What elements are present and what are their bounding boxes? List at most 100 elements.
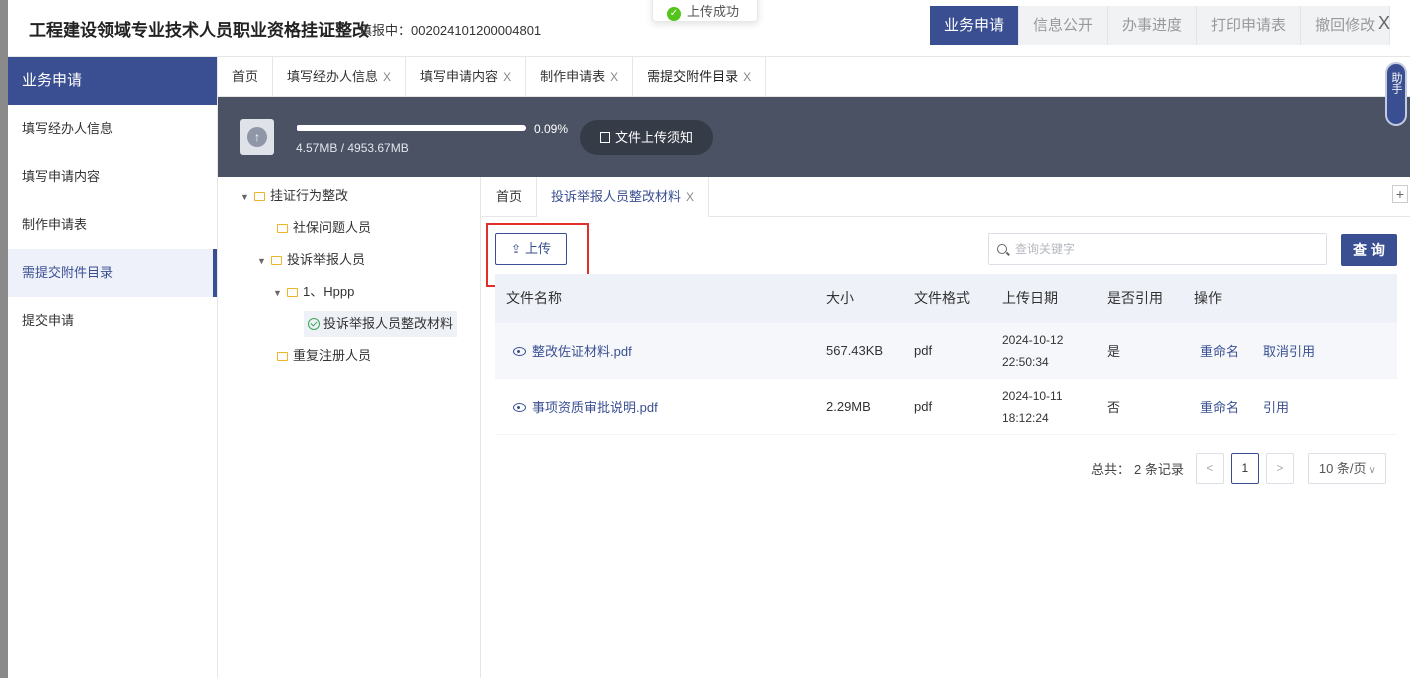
- cited-status: 是: [1107, 344, 1121, 359]
- prev-page-button[interactable]: <: [1195, 452, 1224, 484]
- sidebar-item-make-form[interactable]: 制作申请表: [8, 201, 217, 249]
- tree-node-label: 1、Hppp: [303, 284, 355, 299]
- tab-handler-info[interactable]: 填写经办人信息 X: [273, 57, 407, 97]
- col-file-name: 文件名称: [506, 290, 562, 306]
- upload-date: 2024-10-12 22:50:34: [1002, 329, 1107, 373]
- upload-notice-button[interactable]: 文件上传须知: [580, 120, 713, 155]
- check-circle-icon: [308, 318, 320, 330]
- next-page-button[interactable]: >: [1265, 452, 1294, 484]
- file-name-link[interactable]: 整改佐证材料.pdf: [495, 341, 826, 360]
- cited-status: 否: [1107, 400, 1121, 415]
- sidebar-item-submit[interactable]: 提交申请: [8, 297, 217, 345]
- page-1-button[interactable]: 1: [1230, 452, 1259, 484]
- report-label: 填报中：: [359, 23, 412, 38]
- tree-node[interactable]: ▼ 1、Hppp: [273, 279, 354, 305]
- tree-node-label: 投诉举报人员整改材料: [323, 316, 454, 331]
- cloud-upload-icon: ↑: [240, 119, 274, 155]
- tree-node[interactable]: ▼ 投诉举报人员: [257, 247, 365, 273]
- col-upload-date: 上传日期: [1002, 290, 1058, 306]
- caret-down-icon[interactable]: ▼: [240, 184, 252, 210]
- tab-close-icon[interactable]: X: [383, 70, 391, 84]
- nav-progress[interactable]: 办事进度: [1108, 6, 1198, 45]
- add-tab-button[interactable]: +: [1392, 185, 1408, 203]
- tree-node-label: 挂证行为整改: [270, 188, 349, 203]
- tab-make-form[interactable]: 制作申请表 X: [526, 57, 634, 97]
- nav-info-public[interactable]: 信息公开: [1019, 6, 1109, 45]
- eye-icon[interactable]: [513, 347, 526, 356]
- tree-node[interactable]: ▼ 挂证行为整改: [240, 183, 348, 209]
- tab-label: 填写申请内容: [420, 69, 499, 84]
- eye-icon[interactable]: [513, 403, 526, 412]
- table-row: 整改佐证材料.pdf 567.43KB pdf 2024-10-12 22:50:…: [495, 323, 1397, 379]
- app-title: 工程建设领域专业技术人员职业资格挂证整改: [29, 21, 369, 40]
- search-placeholder: 查询关键字: [1015, 242, 1076, 256]
- background-page-strip: [0, 0, 8, 678]
- upload-date-time: 18:12:24: [1002, 410, 1049, 425]
- tab-label: 需提交附件目录: [647, 69, 739, 84]
- tree-node[interactable]: 社保问题人员: [275, 215, 371, 241]
- pagination: 总共： 2 条记录 < 1 > 10 条/页 ∨: [1091, 452, 1386, 484]
- tab-close-icon[interactable]: X: [743, 70, 751, 84]
- tree-node-label: 重复注册人员: [293, 348, 372, 363]
- nav-withdraw[interactable]: 撤回修改: [1301, 6, 1391, 45]
- upload-date: 2024-10-11 18:12:24: [1002, 385, 1107, 429]
- file-table: 文件名称 大小 文件格式 上传日期 是否引用 操作 整改佐证材料.pdf 567…: [495, 274, 1397, 435]
- sidebar-item-handler-info[interactable]: 填写经办人信息: [8, 105, 217, 153]
- cancel-cite-link[interactable]: 取消引用: [1263, 344, 1315, 359]
- file-name: 整改佐证材料.pdf: [532, 344, 632, 359]
- file-name-link[interactable]: 事项资质审批说明.pdf: [495, 397, 826, 416]
- tab-close-icon[interactable]: X: [686, 190, 694, 204]
- tab-label: 制作申请表: [540, 69, 606, 84]
- rename-link[interactable]: 重命名: [1200, 400, 1239, 415]
- tab-attachments[interactable]: 需提交附件目录 X: [633, 57, 767, 97]
- total-count: 2 条记录: [1134, 461, 1184, 477]
- chevron-down-icon: ∨: [1368, 464, 1376, 476]
- report-no-value: 002024101200004801: [411, 23, 542, 38]
- file-size: 567.43KB: [826, 343, 884, 358]
- tab-label: 首页: [232, 69, 259, 84]
- caret-down-icon[interactable]: ▼: [257, 248, 269, 274]
- sidebar-item-apply-content[interactable]: 填写申请内容: [8, 153, 217, 201]
- search-icon: [997, 244, 1007, 254]
- content-tab-materials[interactable]: 投诉举报人员整改材料 X: [537, 177, 710, 217]
- tab-close-icon[interactable]: X: [610, 70, 618, 84]
- nav-print-form[interactable]: 打印申请表: [1197, 6, 1302, 45]
- folder-icon: [287, 288, 298, 297]
- close-button[interactable]: X: [1378, 13, 1390, 34]
- page-tabs: 首页 填写经办人信息 X 填写申请内容 X 制作申请表 X 需提交附件目录 X: [218, 57, 1410, 97]
- content-tab-home[interactable]: 首页: [482, 177, 538, 217]
- page-size-select[interactable]: 10 条/页 ∨: [1307, 452, 1386, 484]
- folder-icon: [277, 224, 288, 233]
- assistant-label: 助手: [1390, 72, 1402, 94]
- upload-date-day: 2024-10-12: [1002, 332, 1064, 347]
- upload-size: 4.57MB / 4953.67MB: [296, 141, 409, 155]
- check-icon: ✓: [667, 7, 681, 21]
- sidebar-item-attachments[interactable]: 需提交附件目录: [8, 249, 217, 297]
- rename-link[interactable]: 重命名: [1200, 344, 1239, 359]
- upload-percent: 0.09%: [534, 122, 569, 136]
- upload-icon: ⇪: [510, 242, 522, 256]
- upload-date-day: 2024-10-11: [1002, 388, 1063, 403]
- folder-icon: [271, 256, 282, 265]
- query-button[interactable]: 查 询: [1341, 234, 1397, 266]
- sidebar: 业务申请 填写经办人信息 填写申请内容 制作申请表 需提交附件目录 提交申请: [8, 57, 218, 678]
- caret-down-icon[interactable]: ▼: [273, 280, 285, 306]
- col-actions: 操作: [1194, 290, 1222, 306]
- tree-node[interactable]: 重复注册人员: [275, 343, 371, 369]
- tab-label: 首页: [496, 189, 523, 204]
- upload-date-time: 22:50:34: [1002, 354, 1049, 369]
- cite-link[interactable]: 引用: [1263, 400, 1289, 415]
- tree-node-selected[interactable]: 投诉举报人员整改材料: [304, 311, 458, 337]
- upload-status-bar: ↑ 0.09% 4.57MB / 4953.67MB 文件上传须知: [218, 97, 1410, 177]
- content-tabs: 首页 投诉举报人员整改材料 X: [482, 177, 1410, 217]
- search-input[interactable]: 查询关键字: [988, 233, 1327, 265]
- tab-close-icon[interactable]: X: [503, 70, 511, 84]
- tab-apply-content[interactable]: 填写申请内容 X: [406, 57, 527, 97]
- table-row: 事项资质审批说明.pdf 2.29MB pdf 2024-10-11 18:12:…: [495, 379, 1397, 435]
- total-label: 总共：: [1091, 461, 1131, 477]
- tab-home[interactable]: 首页: [218, 57, 274, 97]
- assistant-button[interactable]: 助手: [1385, 62, 1407, 126]
- nav-business-apply[interactable]: 业务申请: [930, 6, 1020, 45]
- table-header: 文件名称 大小 文件格式 上传日期 是否引用 操作: [495, 274, 1397, 323]
- upload-button[interactable]: ⇪ 上传: [495, 233, 567, 265]
